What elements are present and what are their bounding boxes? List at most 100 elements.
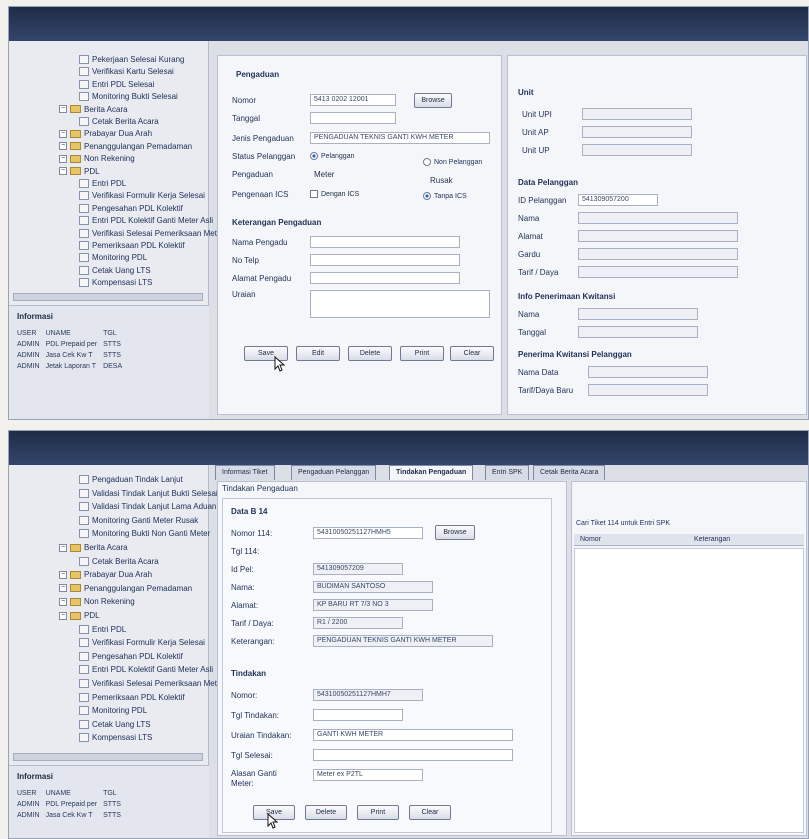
tab-informasi-tiket[interactable]: Informasi Tiket xyxy=(215,465,275,480)
nomor-field[interactable]: 5413 0202 12001 xyxy=(310,94,396,106)
tgl-tindakan-field[interactable] xyxy=(313,709,403,721)
expand-toggle-icon[interactable]: − xyxy=(59,105,67,114)
tab-cetak-berita-acara[interactable]: Cetak Berita Acara xyxy=(533,465,606,480)
expand-toggle-icon[interactable]: − xyxy=(59,167,67,176)
tree-leaf-item[interactable]: Monitoring PDL xyxy=(79,706,147,716)
tree-folder-item[interactable]: − Penanggulangan Pemadaman xyxy=(59,142,192,151)
expand-toggle-icon[interactable]: − xyxy=(59,154,67,163)
tree-folder-item[interactable]: − Non Rekening xyxy=(59,597,135,606)
tree-folder-item[interactable]: − PDL xyxy=(59,167,100,176)
tree-leaf-item[interactable]: Cetak Uang LTS xyxy=(79,719,151,729)
tree-folder-item[interactable]: − Penanggulangan Pemadaman xyxy=(59,584,192,593)
tree-leaf-item[interactable]: Entri PDL xyxy=(79,179,126,188)
tree-leaf-item[interactable]: Validasi Tindak Lanjut Lama Aduan xyxy=(79,502,216,512)
document-icon xyxy=(79,665,89,675)
tanpa-ics-radio[interactable]: Tanpa ICS xyxy=(423,192,467,200)
tab-pengaduan-pelanggan[interactable]: Pengaduan Pelanggan xyxy=(291,465,377,480)
tree-leaf-item[interactable]: Entri PDL Selesai xyxy=(79,79,154,89)
delete-button[interactable]: Delete xyxy=(305,805,347,820)
uraian-textarea[interactable] xyxy=(310,290,490,318)
expand-toggle-icon[interactable]: − xyxy=(59,597,67,606)
alamat-pengadu-field[interactable] xyxy=(310,272,460,284)
tree-leaf-item[interactable]: Monitoring Bukti Non Ganti Meter xyxy=(79,529,210,539)
idpel-label: Id Pel: xyxy=(231,565,254,574)
tree-leaf-item[interactable]: Pekerjaan Selesai Kurang xyxy=(79,55,185,64)
tree-leaf-item[interactable]: Verifikasi Formulir Kerja Selesai xyxy=(79,638,205,648)
tree-leaf-item[interactable]: Kompensasi LTS xyxy=(79,278,152,288)
document-icon xyxy=(79,191,89,201)
tree-leaf-item[interactable]: Monitoring Ganti Meter Rusak xyxy=(79,515,198,525)
tab-tindakan-pengaduan[interactable]: Tindakan Pengaduan xyxy=(389,465,474,480)
tab-entri-spk[interactable]: Entri SPK xyxy=(485,465,530,480)
edit-button[interactable]: Edit xyxy=(296,346,340,361)
uraian-tindakan-select[interactable]: GANTI KWH METER xyxy=(313,729,513,741)
tree-folder-item[interactable]: − Berita Acara xyxy=(59,543,128,552)
dengan-ics-checkbox[interactable]: Dengan ICS xyxy=(310,190,359,198)
status-non-pelanggan-radio[interactable]: Non Pelanggan xyxy=(423,158,482,166)
tree-leaf-item[interactable]: Entri PDL xyxy=(79,624,126,634)
tree-leaf-item[interactable]: Verifikasi Kartu Selesai xyxy=(79,67,174,77)
tree-leaf-item[interactable]: Pengaduan Tindak Lanjut xyxy=(79,475,183,484)
tree-leaf-item[interactable]: Entri PDL Kolektif Ganti Meter Asli xyxy=(79,665,214,675)
expand-toggle-icon[interactable]: − xyxy=(59,543,67,552)
tree-item-label: Entri PDL Kolektif Ganti Meter Asli xyxy=(92,665,214,675)
info-cell: ADMIN xyxy=(17,801,40,808)
tree-item-label: Verifikasi Selesai Pemeriksaan Meter xyxy=(92,228,225,238)
tree-leaf-item[interactable]: Monitoring Bukti Selesai xyxy=(79,92,178,102)
tree-horizontal-scrollbar[interactable] xyxy=(13,293,203,301)
document-icon xyxy=(79,651,89,661)
tree-leaf-item[interactable]: Entri PDL Kolektif Ganti Meter Asli xyxy=(79,216,213,226)
nomor-114-field[interactable]: 54310050251127HMH5 xyxy=(313,527,423,539)
tree-folder-item[interactable]: − Prabayar Dua Arah xyxy=(59,129,152,138)
nama-label: Nama xyxy=(518,214,540,223)
status-pelanggan-radio[interactable]: Pelanggan xyxy=(310,152,354,160)
idpel-field[interactable]: 541309057200 xyxy=(578,194,658,206)
browse-button[interactable]: Browse xyxy=(435,525,475,540)
tree-leaf-item[interactable]: Verifikasi Selesai Pemeriksaan Meter xyxy=(79,228,225,238)
tree-leaf-item[interactable]: Pengesahan PDL Kolektif xyxy=(79,203,183,213)
tree-leaf-item[interactable]: Kompensasi LTS xyxy=(79,733,152,743)
ticket-grid-body[interactable] xyxy=(574,548,804,833)
tree-leaf-item[interactable]: Cetak Berita Acara xyxy=(79,117,159,126)
browse-button[interactable]: Browse xyxy=(414,93,452,108)
status-pelanggan-label: Status Pelanggan xyxy=(232,152,296,161)
tree-leaf-item[interactable]: Cetak Uang LTS xyxy=(79,265,151,275)
tree-leaf-item[interactable]: Validasi Tindak Lanjut Bukti Selesai xyxy=(79,488,218,498)
info-cell: PDL Prepaid per xyxy=(45,801,98,808)
jenis-pengaduan-select[interactable]: PENGADUAN TEKNIS GANTI KWH METER xyxy=(310,132,490,144)
col-nomor-header[interactable]: Nomor xyxy=(580,536,601,543)
tree-folder-item[interactable]: − Prabayar Dua Arah xyxy=(59,570,152,579)
alasan-field[interactable]: Meter ex P2TL xyxy=(313,769,423,781)
tree-item-label: Cetak Berita Acara xyxy=(92,556,159,566)
nama-pengadu-field[interactable] xyxy=(310,236,460,248)
tanggal-field[interactable] xyxy=(310,112,396,124)
expand-toggle-icon[interactable]: − xyxy=(59,570,67,579)
penerima-nama-label: Nama xyxy=(518,310,540,319)
tree-leaf-item[interactable]: Cetak Berita Acara xyxy=(79,556,159,566)
tree-leaf-item[interactable]: Pemeriksaan PDL Kolektif xyxy=(79,241,185,250)
tree-leaf-item[interactable]: Pengesahan PDL Kolektif xyxy=(79,651,183,661)
tree-folder-item[interactable]: − Non Rekening xyxy=(59,154,135,163)
tree-leaf-item[interactable]: Verifikasi Selesai Pemeriksaan Meter xyxy=(79,679,224,688)
expand-toggle-icon[interactable]: − xyxy=(59,584,67,593)
tree-leaf-item[interactable]: Monitoring PDL xyxy=(79,253,147,263)
expand-toggle-icon[interactable]: − xyxy=(59,129,67,138)
tgl-selesai-field[interactable] xyxy=(313,749,513,761)
tree-folder-item[interactable]: − PDL xyxy=(59,611,100,620)
tree-leaf-item[interactable]: Verifikasi Formulir Kerja Selesai xyxy=(79,191,205,201)
clear-button[interactable]: Clear xyxy=(409,805,451,820)
expand-toggle-icon[interactable]: − xyxy=(59,611,67,620)
tree-item-label: Cetak Uang LTS xyxy=(92,265,151,275)
no-telp-field[interactable] xyxy=(310,254,460,266)
col-keterangan-header[interactable]: Keterangan xyxy=(694,536,730,543)
print-button[interactable]: Print xyxy=(400,346,444,361)
clear-button[interactable]: Clear xyxy=(450,346,494,361)
document-icon xyxy=(79,624,89,634)
print-button[interactable]: Print xyxy=(357,805,399,820)
tree-horizontal-scrollbar[interactable] xyxy=(13,753,203,761)
expand-toggle-icon[interactable]: − xyxy=(59,142,67,151)
tree-item-label: Verifikasi Selesai Pemeriksaan Meter xyxy=(92,679,225,688)
delete-button[interactable]: Delete xyxy=(348,346,392,361)
tree-leaf-item[interactable]: Pemeriksaan PDL Kolektif xyxy=(79,692,185,702)
tree-folder-item[interactable]: − Berita Acara xyxy=(59,105,128,114)
